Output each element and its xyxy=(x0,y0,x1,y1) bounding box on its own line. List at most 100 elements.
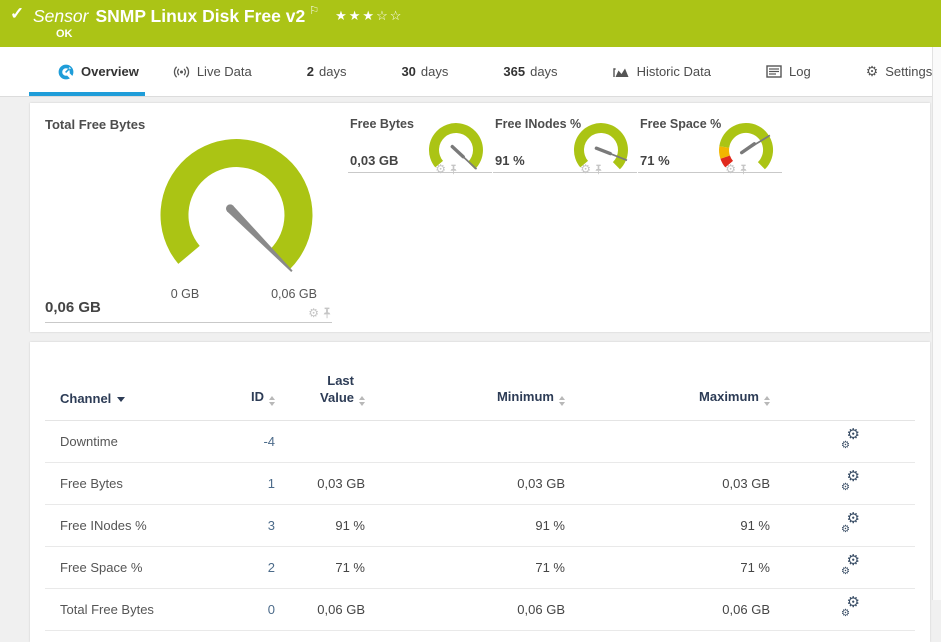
gauge-title: Free Space % xyxy=(640,117,722,131)
channel-table: Channel ID Last Value Minimum Maximum Do… xyxy=(45,342,915,631)
column-header-id[interactable]: ID xyxy=(215,342,275,421)
sort-icon[interactable] xyxy=(359,396,365,406)
channel-maximum: 71 % xyxy=(565,546,770,589)
tab-historic-data-label: Historic Data xyxy=(636,64,711,79)
tab-bar: Overview Live Data 2 days 30 days 365 da… xyxy=(0,47,941,97)
gauge-card-free-space: Free Space % 71 % ⚙ xyxy=(638,115,782,176)
gauge-value: 71 % xyxy=(640,153,670,168)
sensor-status-bar: ✓ Sensor SNMP Linux Disk Free v2 ⚐ ★★★☆☆ OK xyxy=(0,0,941,47)
channel-last-value xyxy=(275,420,365,463)
channel-name: Downtime xyxy=(45,420,215,463)
column-header-channel[interactable]: Channel xyxy=(45,342,215,421)
channel-name: Free INodes % xyxy=(45,504,215,547)
gauge-title: Free Bytes xyxy=(350,117,414,131)
pin-gauge-icon[interactable] xyxy=(322,307,332,319)
channel-id: -4 xyxy=(215,420,275,463)
gauge-scale-min: 0 GB xyxy=(170,287,200,301)
gauges-panel: Total Free Bytes 0 GB 0,06 GB 0,06 GB ⚙ … xyxy=(30,103,930,332)
channel-last-value: 91 % xyxy=(275,504,365,547)
channel-settings-button[interactable]: ⚙ ⚙ xyxy=(840,511,862,535)
channel-table-panel: Channel ID Last Value Minimum Maximum Do… xyxy=(30,342,930,642)
sensor-name: SNMP Linux Disk Free v2 xyxy=(95,6,306,26)
tab-2-days-number: 2 xyxy=(306,64,314,79)
gauge-title: Total Free Bytes xyxy=(45,117,146,132)
status-ok-check-icon: ✓ xyxy=(10,4,25,23)
historic-chart-icon xyxy=(612,65,630,79)
free-space-gauge xyxy=(719,122,774,170)
live-data-icon xyxy=(173,65,190,79)
stars-empty[interactable]: ☆☆ xyxy=(376,8,403,23)
tab-30-days-label: days xyxy=(420,64,449,79)
column-header-last-value[interactable]: Last Value xyxy=(275,342,365,421)
tab-settings-label: Settings xyxy=(885,64,933,79)
channel-last-value: 0,03 GB xyxy=(275,462,365,505)
sort-desc-icon[interactable] xyxy=(117,397,126,402)
gauge-value: 0,03 GB xyxy=(350,153,399,168)
gauge-scale-max: 0,06 GB xyxy=(271,287,317,301)
channel-id: 0 xyxy=(215,588,275,631)
scrollbar[interactable] xyxy=(932,47,941,600)
gauge-card-free-bytes: Free Bytes 0,03 GB ⚙ xyxy=(348,115,492,176)
priority-flag-icon: ⚐ xyxy=(309,5,320,17)
channel-maximum: 91 % xyxy=(565,504,770,547)
table-row: Free INodes % 3 91 % 91 % 91 % ⚙ ⚙ xyxy=(45,504,915,547)
channel-name: Free Space % xyxy=(45,546,215,589)
table-row: Free Bytes 1 0,03 GB 0,03 GB 0,03 GB ⚙ ⚙ xyxy=(45,462,915,505)
tab-log-label: Log xyxy=(788,64,811,79)
channel-minimum: 0,03 GB xyxy=(365,462,565,505)
sort-icon[interactable] xyxy=(764,396,770,406)
channel-maximum: 0,06 GB xyxy=(565,588,770,631)
total-free-bytes-gauge xyxy=(160,139,313,272)
channel-name: Free Bytes xyxy=(45,462,215,505)
tab-365-days-number: 365 xyxy=(503,64,526,79)
free-inodes-gauge xyxy=(573,123,628,170)
channel-minimum: 71 % xyxy=(365,546,565,589)
channel-minimum: 0,06 GB xyxy=(365,588,565,631)
gauge-card-total-free-bytes: Total Free Bytes 0 GB 0,06 GB 0,06 GB ⚙ xyxy=(45,115,332,323)
tab-30-days-number: 30 xyxy=(401,64,416,79)
gauge-settings-icon[interactable]: ⚙ xyxy=(308,306,319,320)
table-row: Downtime -4 ⚙ ⚙ xyxy=(45,420,915,463)
sensor-title: Sensor SNMP Linux Disk Free v2 ⚐ ★★★☆☆ xyxy=(33,4,403,27)
tab-log[interactable]: Log xyxy=(766,47,811,96)
tab-live-data-label: Live Data xyxy=(196,64,252,79)
tab-historic-data[interactable]: Historic Data xyxy=(612,47,711,96)
channel-id: 3 xyxy=(215,504,275,547)
gauge-value: 91 % xyxy=(495,153,525,168)
channel-minimum xyxy=(365,420,565,463)
channel-last-value: 0,06 GB xyxy=(275,588,365,631)
channel-maximum: 0,03 GB xyxy=(565,462,770,505)
stars-filled[interactable]: ★★★ xyxy=(335,8,376,23)
tab-30-days[interactable]: 30 days xyxy=(401,47,448,96)
free-bytes-gauge xyxy=(428,123,483,170)
table-row: Free Space % 2 71 % 71 % 71 % ⚙ ⚙ xyxy=(45,546,915,589)
tab-overview-label: Overview xyxy=(81,64,139,79)
channel-settings-button[interactable]: ⚙ ⚙ xyxy=(840,469,862,493)
channel-settings-button[interactable]: ⚙ ⚙ xyxy=(840,595,862,619)
tab-live-data[interactable]: Live Data xyxy=(173,47,252,96)
column-header-maximum[interactable]: Maximum xyxy=(565,342,770,421)
sort-icon[interactable] xyxy=(269,396,275,406)
sort-icon[interactable] xyxy=(559,396,565,406)
channel-id: 2 xyxy=(215,546,275,589)
channel-settings-button[interactable]: ⚙ ⚙ xyxy=(840,427,862,451)
channel-settings-button[interactable]: ⚙ ⚙ xyxy=(840,553,862,577)
gauge-icon xyxy=(58,64,74,80)
tab-overview[interactable]: Overview xyxy=(29,47,145,96)
tab-2-days[interactable]: 2 days xyxy=(307,47,347,96)
log-icon xyxy=(766,65,782,78)
tab-settings[interactable]: ⚙ Settings xyxy=(866,47,933,96)
tab-365-days[interactable]: 365 days xyxy=(503,47,557,96)
channel-maximum xyxy=(565,420,770,463)
column-header-minimum[interactable]: Minimum xyxy=(365,342,565,421)
gauge-value: 0,06 GB xyxy=(45,299,101,316)
channel-last-value: 71 % xyxy=(275,546,365,589)
status-badge: OK xyxy=(56,28,73,40)
channel-minimum: 91 % xyxy=(365,504,565,547)
channel-id: 1 xyxy=(215,462,275,505)
table-row: Total Free Bytes 0 0,06 GB 0,06 GB 0,06 … xyxy=(45,588,915,631)
table-header-row: Channel ID Last Value Minimum Maximum xyxy=(45,342,915,421)
priority-stars[interactable]: ★★★☆☆ xyxy=(335,8,403,23)
tab-2-days-label: days xyxy=(318,64,347,79)
channel-name: Total Free Bytes xyxy=(45,588,215,631)
